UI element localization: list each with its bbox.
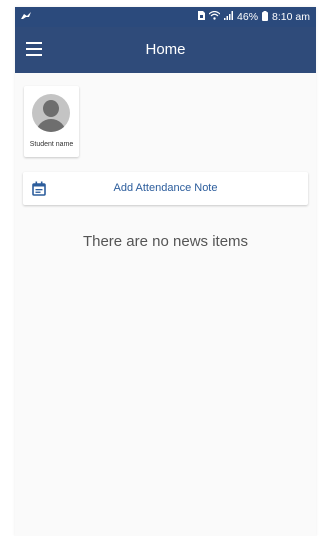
no-news-message: There are no news items <box>82 233 249 250</box>
avatar <box>32 94 70 132</box>
clock-time: 8:10 am <box>272 11 310 23</box>
student-name: Student name <box>29 141 74 148</box>
status-bar: 46% 8:10 am <box>15 7 316 27</box>
page-title: Home <box>145 41 186 58</box>
add-attendance-note-button[interactable]: Add Attendance Note <box>23 172 308 205</box>
bird-icon <box>21 11 31 23</box>
sim-card-icon <box>198 11 206 23</box>
app-frame: 46% 8:10 am Home Student name Add Attend… <box>15 7 316 536</box>
battery-icon <box>262 10 269 24</box>
student-card[interactable]: Student name <box>24 86 79 157</box>
signal-icon <box>224 11 234 23</box>
battery-percent: 46% <box>237 11 259 23</box>
app-bar: Home <box>15 27 316 73</box>
wifi-icon <box>208 10 221 23</box>
add-attendance-note-label: Add Attendance Note <box>113 182 218 194</box>
